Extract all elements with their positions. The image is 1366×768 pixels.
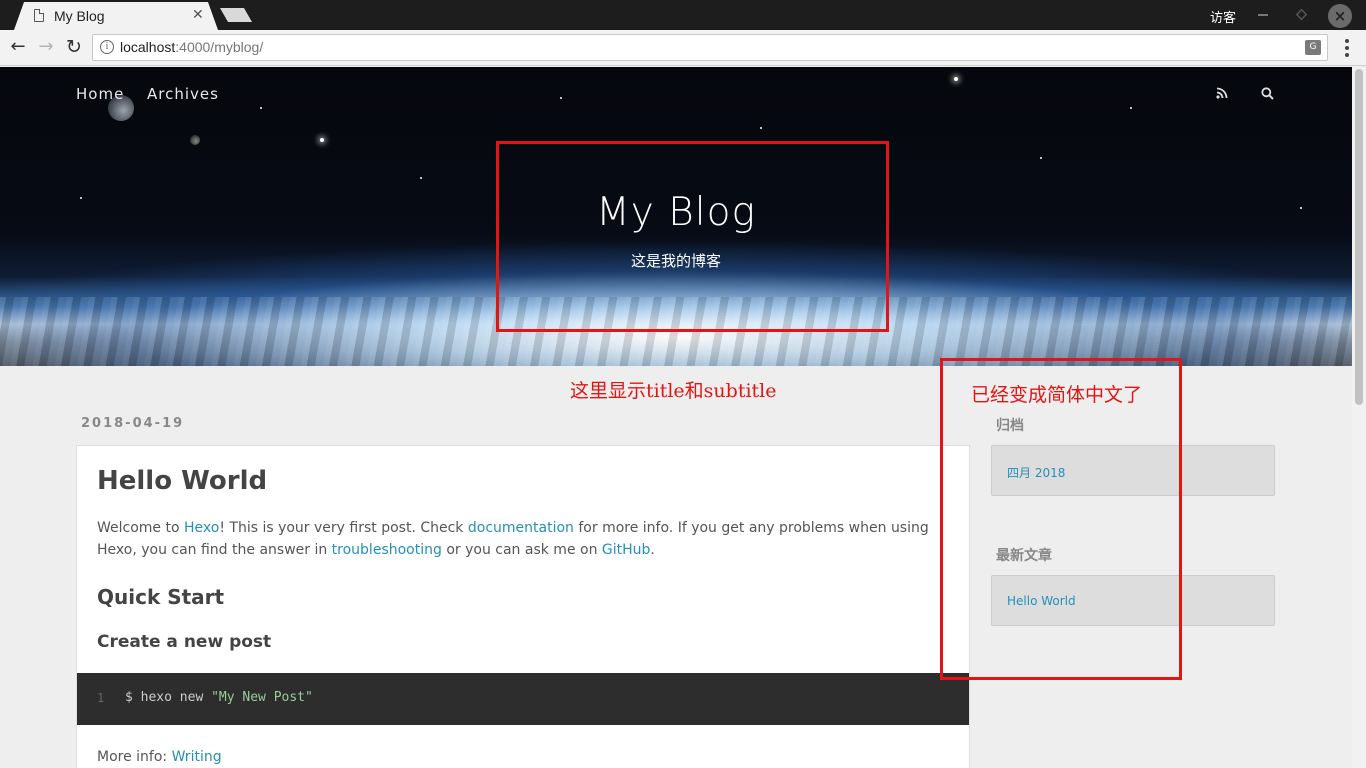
url-text[interactable]: localhost:4000/myblog/ xyxy=(120,39,263,55)
close-tab-icon[interactable]: ✕ xyxy=(192,7,204,23)
troubleshooting-link[interactable]: troubleshooting xyxy=(332,542,442,558)
browser-toolbar: ← → ↻ i localhost:4000/myblog/ G xyxy=(0,30,1366,66)
browser-titlebar: My Blog ✕ 访客 × xyxy=(0,0,1366,30)
nav-archives-link[interactable]: Archives xyxy=(147,85,219,103)
search-icon[interactable] xyxy=(1261,87,1274,100)
reload-icon[interactable]: ↻ xyxy=(63,36,85,58)
page-viewport: Home Archives My Blog 这是我的博客 2018-04-19 … xyxy=(0,67,1352,768)
tab-title: My Blog xyxy=(54,8,105,24)
github-link[interactable]: GitHub xyxy=(602,542,651,558)
star-decoration xyxy=(1130,107,1132,109)
code-string: "My New Post" xyxy=(211,690,313,705)
post-date[interactable]: 2018-04-19 xyxy=(81,416,184,431)
browser-tab[interactable]: My Blog ✕ xyxy=(14,2,218,30)
maximize-icon[interactable] xyxy=(1295,8,1308,21)
intro-text: or you can ask me on xyxy=(441,542,602,558)
star-decoration xyxy=(420,177,422,179)
user-profile-label[interactable]: 访客 xyxy=(1210,7,1236,26)
documentation-link[interactable]: documentation xyxy=(468,520,574,536)
browser-menu-icon[interactable] xyxy=(1345,39,1349,57)
page-scrollbar[interactable] xyxy=(1352,67,1366,768)
site-info-icon[interactable]: i xyxy=(100,40,114,54)
annotation-text-sidebar: 已经变成简体中文了 xyxy=(971,384,1143,406)
star-decoration xyxy=(560,97,562,99)
nav-home-link[interactable]: Home xyxy=(76,85,124,103)
new-tab-button[interactable] xyxy=(220,8,252,22)
hexo-link[interactable]: Hexo xyxy=(184,520,219,536)
post-title[interactable]: Hello World xyxy=(97,466,267,496)
rss-icon[interactable] xyxy=(1216,87,1228,99)
more-info-label: More info: xyxy=(97,749,172,765)
intro-text: Welcome to xyxy=(97,520,184,536)
star-decoration xyxy=(260,107,262,109)
code-line: $ hexo new "My New Post" xyxy=(125,690,313,705)
small-planet-decoration xyxy=(190,135,200,145)
heading-create-post: Create a new post xyxy=(97,632,272,652)
code-command: $ hexo new xyxy=(125,690,212,705)
intro-text: ! This is your very first post. Check xyxy=(219,520,468,536)
back-icon[interactable]: ← xyxy=(7,36,29,58)
minimize-icon[interactable] xyxy=(1258,14,1268,16)
star-decoration xyxy=(320,138,324,142)
code-line-number: 1 xyxy=(97,691,105,705)
star-decoration xyxy=(954,77,958,81)
translate-icon[interactable]: G xyxy=(1305,40,1321,55)
post-card: Hello World Welcome to Hexo! This is you… xyxy=(76,445,970,768)
address-bar[interactable]: i localhost:4000/myblog/ G xyxy=(92,34,1328,61)
annotation-box-title xyxy=(496,141,889,332)
heading-quick-start: Quick Start xyxy=(97,585,225,609)
scrollbar-thumb[interactable] xyxy=(1355,69,1363,405)
annotation-text-title: 这里显示title和subtitle xyxy=(570,380,777,402)
url-host: localhost xyxy=(120,39,176,55)
forward-icon[interactable]: → xyxy=(35,36,57,58)
window-close-icon[interactable]: × xyxy=(1328,4,1352,28)
post-intro: Welcome to Hexo! This is your very first… xyxy=(97,517,947,561)
more-info: More info: Writing xyxy=(97,749,222,765)
star-decoration xyxy=(760,127,762,129)
url-path: :4000/myblog/ xyxy=(175,39,264,55)
code-block: 1 $ hexo new "My New Post" xyxy=(77,673,969,725)
writing-link[interactable]: Writing xyxy=(172,749,222,765)
star-decoration xyxy=(1040,157,1042,159)
intro-text: . xyxy=(650,542,655,558)
document-icon xyxy=(34,9,44,22)
